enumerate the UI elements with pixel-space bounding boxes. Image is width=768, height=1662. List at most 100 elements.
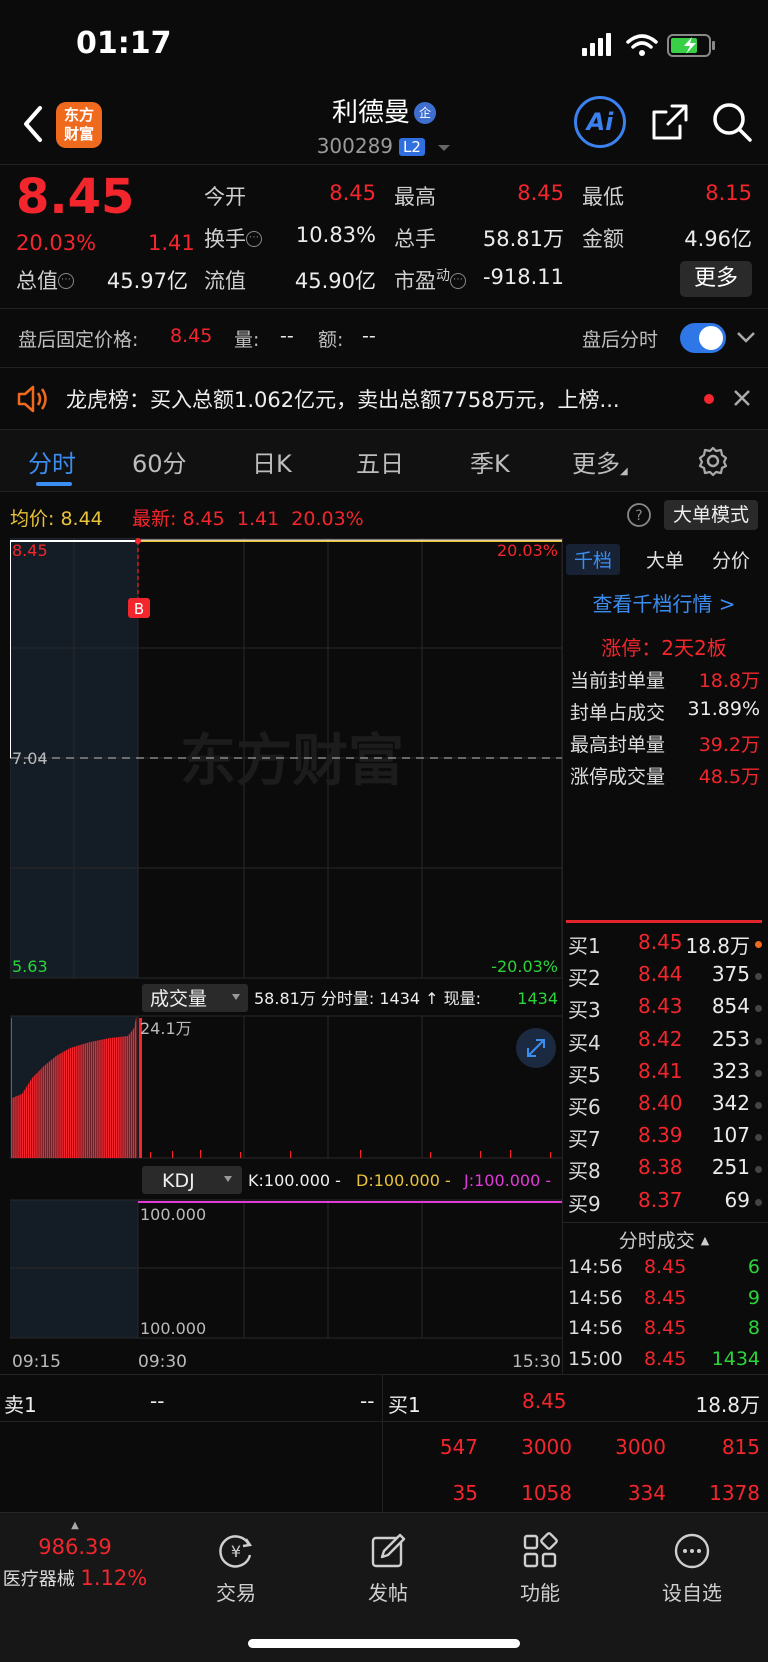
volume-bar bbox=[430, 1152, 432, 1158]
low-label: 最低 bbox=[582, 185, 624, 209]
sector-index-name: 医疗器械 bbox=[2, 1569, 75, 1590]
bid-row[interactable]: 买5 8.41 323 bbox=[566, 1059, 762, 1091]
ai-button[interactable]: Ai bbox=[574, 96, 626, 148]
nav-trade[interactable]: ¥ 交易 bbox=[176, 1531, 296, 1606]
kdj-axis-top: 100.000 bbox=[140, 1205, 206, 1224]
bid-row[interactable]: 买4 8.42 253 bbox=[566, 1027, 762, 1059]
tick-trades-title[interactable]: 分时成交 ▲ bbox=[566, 1226, 762, 1253]
volume-bar bbox=[510, 1150, 512, 1158]
bid-level: 买5 bbox=[568, 1062, 601, 1087]
volume-bar-pre bbox=[124, 1018, 126, 1158]
amount-label: 金额 bbox=[582, 227, 624, 251]
bid-row[interactable]: 买7 8.39 107 bbox=[566, 1123, 762, 1155]
nav-add-watchlist[interactable]: 设自选 bbox=[632, 1531, 752, 1606]
float-value: 45.90亿 bbox=[294, 269, 376, 293]
tab-intraday[interactable]: 分时 bbox=[28, 444, 76, 479]
speaker-icon bbox=[17, 385, 47, 413]
thousand-depth-link[interactable]: 查看千档行情 > bbox=[566, 588, 762, 617]
high-value: 8.45 bbox=[517, 181, 564, 205]
bid-dot bbox=[755, 1102, 762, 1109]
tab-quarter-k[interactable]: 季K bbox=[470, 444, 510, 479]
open-label: 今开 bbox=[204, 185, 246, 209]
bid-price: 8.44 bbox=[638, 962, 683, 987]
queue-1-1: 547 bbox=[439, 1435, 478, 1459]
volume-bar bbox=[550, 1152, 552, 1158]
bid-level: 买6 bbox=[568, 1095, 601, 1119]
chevron-down-icon[interactable] bbox=[736, 331, 756, 345]
limit-stat-value: 48.5万 bbox=[698, 766, 760, 788]
volume-max-label: 24.1万 bbox=[140, 1019, 192, 1038]
bid-row[interactable]: 买2 8.44 375 bbox=[566, 962, 762, 994]
tab-more[interactable]: 更多◢ bbox=[572, 444, 628, 479]
limit-stat-value: 18.8万 bbox=[698, 670, 760, 692]
x-axis-open: 09:30 bbox=[138, 1352, 187, 1372]
wifi-icon bbox=[626, 34, 658, 49]
bid-volume: 342 bbox=[711, 1091, 750, 1115]
limit-stat-value: 31.89% bbox=[687, 698, 760, 720]
volume-value: 58.81万 bbox=[482, 227, 564, 251]
nav-functions[interactable]: 功能 bbox=[480, 1531, 600, 1606]
bid-price: 8.45 bbox=[638, 930, 683, 954]
volume-bar-open bbox=[139, 1018, 142, 1158]
volume-bar bbox=[200, 1150, 202, 1158]
side-tab-thousand[interactable]: 千档 bbox=[566, 544, 621, 575]
dragon-tiger-banner[interactable]: 龙虎榜：买入总额1.062亿元，卖出总额7758万元，上榜... bbox=[0, 368, 768, 430]
bid-volume: 854 bbox=[711, 994, 750, 1019]
bid-row[interactable]: 买1 8.45 18.8万 bbox=[566, 930, 762, 962]
queue-1-3: 3000 bbox=[615, 1435, 666, 1459]
search-icon[interactable] bbox=[710, 100, 754, 144]
bid-dot bbox=[755, 1005, 762, 1013]
kdj-j: J:100.000 - bbox=[463, 1171, 551, 1190]
kdj-d: D:100.000 - bbox=[356, 1171, 451, 1190]
buy-marker-text: B bbox=[134, 600, 144, 618]
bid-level: 买1 bbox=[568, 934, 601, 958]
bid-row[interactable]: 买3 8.43 854 bbox=[566, 994, 762, 1026]
queue-2-1: 35 bbox=[452, 1481, 478, 1505]
settings-gear-icon[interactable] bbox=[698, 446, 728, 476]
after-hours-amt: -- bbox=[362, 325, 376, 347]
tick-volume: 8 bbox=[747, 1317, 760, 1339]
volume-bar-pre bbox=[122, 1018, 124, 1158]
close-icon[interactable] bbox=[732, 388, 752, 408]
tick-volume: 9 bbox=[747, 1286, 760, 1309]
chart-tabs: 分时 60分 日K 五日 季K 更多◢ bbox=[0, 430, 768, 492]
volume-bar bbox=[150, 1152, 152, 1158]
limit-up-streak: 涨停：2天2板 bbox=[601, 636, 727, 660]
tab-60min[interactable]: 60分 bbox=[132, 444, 187, 479]
share-icon[interactable] bbox=[650, 102, 690, 142]
big-order-mode-button[interactable]: 大单模式 bbox=[664, 500, 758, 530]
tab-daily-k[interactable]: 日K bbox=[252, 444, 292, 479]
bid-row[interactable]: 买9 8.37 69 bbox=[566, 1188, 762, 1220]
bid-dot bbox=[755, 1069, 762, 1077]
bid-row[interactable]: 买8 8.38 251 bbox=[566, 1155, 762, 1187]
after-hours-label: 盘后固定价格: bbox=[18, 329, 139, 351]
intraday-chart[interactable]: 东方财富 B 8.45 20.03% 7.04 5.63 -20.03% 成交量… bbox=[10, 538, 562, 1348]
pe-label: 市盈动 ⋯ bbox=[394, 265, 466, 295]
buy1-label: 买1 bbox=[388, 1393, 421, 1417]
side-tab-big-order[interactable]: 大单 bbox=[646, 546, 684, 573]
tab-five-day[interactable]: 五日 bbox=[356, 444, 404, 479]
sector-index[interactable]: ▲ 986.39 医疗器械 1.12% bbox=[0, 1521, 150, 1591]
bid-price: 8.42 bbox=[638, 1026, 683, 1051]
volume-info: 58.81万 分时量: 1434 ↑ 现量: bbox=[254, 989, 481, 1008]
tick-row: 14:56 8.45 9 bbox=[566, 1287, 762, 1319]
help-icon[interactable]: ? bbox=[626, 502, 652, 528]
volume-bar-pre bbox=[107, 1018, 110, 1158]
nav-post[interactable]: 发帖 bbox=[328, 1531, 448, 1606]
more-button[interactable]: 更多 bbox=[680, 261, 752, 297]
bid-level: 买3 bbox=[568, 998, 601, 1023]
active-tab-indicator bbox=[36, 482, 72, 486]
info-icon: ⋯ bbox=[246, 231, 262, 247]
last-price: 8.45 bbox=[16, 169, 135, 225]
pct-axis-top: 20.03% bbox=[497, 541, 558, 560]
side-tab-price-dist[interactable]: 分价 bbox=[712, 546, 750, 573]
edit-post-icon bbox=[371, 1533, 406, 1568]
bid-price: 8.39 bbox=[638, 1123, 683, 1148]
bid-row[interactable]: 买6 8.40 342 bbox=[566, 1091, 762, 1123]
queue-1-4: 815 bbox=[721, 1435, 760, 1459]
after-hours-toggle[interactable] bbox=[680, 323, 726, 353]
pct-axis-bottom: -20.03% bbox=[491, 957, 558, 976]
limit-stat-value: 39.2万 bbox=[698, 734, 760, 756]
unread-dot bbox=[704, 394, 714, 404]
open-value: 8.45 bbox=[329, 181, 376, 205]
